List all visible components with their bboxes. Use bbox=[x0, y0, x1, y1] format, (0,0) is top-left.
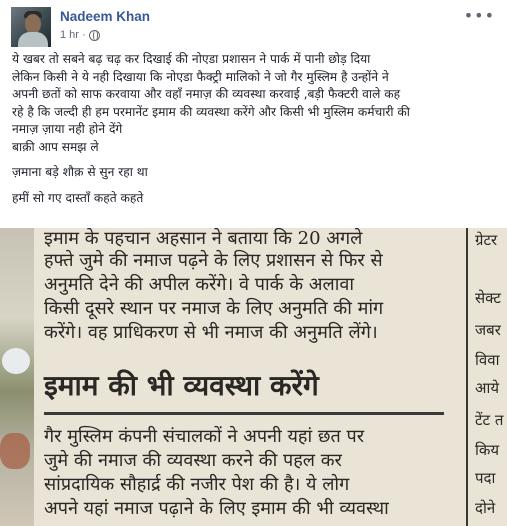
right-column-line: सेक्ट bbox=[475, 289, 501, 307]
column-divider bbox=[466, 228, 468, 526]
globe-icon[interactable] bbox=[88, 29, 100, 41]
post-text: ये खबर तो सबने बढ़ चढ़ कर दिखाई की नोएडा… bbox=[12, 51, 500, 207]
photo-left-strip bbox=[0, 228, 34, 526]
newspaper-line: करेंगे। वह प्राधिकरण से भी नमाज की अनुमत… bbox=[44, 322, 378, 343]
headline-rule bbox=[44, 412, 444, 415]
separator-dot: · bbox=[81, 29, 86, 41]
post-line: लेकिन किसी ने ये नही दिखाया कि नोएडा फैक… bbox=[12, 69, 389, 84]
post-meta: 1 hr · bbox=[60, 29, 100, 41]
newspaper-headline: इमाम की भी व्यवस्था करेंगे bbox=[44, 369, 319, 402]
post-line: बाक़ी आप समझ ले bbox=[12, 139, 99, 154]
newspaper-line: जुमे की नमाज की व्यवस्था करने की पहल कर bbox=[44, 450, 342, 471]
avatar[interactable] bbox=[11, 7, 51, 47]
newspaper-line: अपने यहां नमाज पढ़ाने के लिए इमाम की भी … bbox=[44, 498, 389, 519]
post-header: Nadeem Khan 1 hr · ••• bbox=[0, 0, 507, 47]
author-name[interactable]: Nadeem Khan bbox=[60, 9, 150, 24]
right-column-line: दोने bbox=[475, 499, 496, 517]
right-column-line: किय bbox=[475, 441, 500, 459]
post-line: नमाज़ ज़ाया नही होने देंगे bbox=[12, 122, 123, 136]
newspaper-line: सांप्रदायिक सौहार्द्र की नजीर पेश की है।… bbox=[44, 474, 350, 495]
right-column-line: आये bbox=[475, 379, 500, 397]
newspaper-right-column: ग्रेटर सेक्ट जबर विवा आये टेंट त किय पदा… bbox=[472, 228, 507, 526]
newspaper-line: हफ्ते जुमे की नमाज पढ़ने के लिए प्रशासन … bbox=[44, 250, 383, 271]
right-column-line: पदा bbox=[475, 469, 496, 487]
more-options-icon[interactable]: ••• bbox=[464, 6, 495, 25]
post-line: अपनी छतों को साफ करवाया और वहाँ नमाज़ की… bbox=[12, 87, 401, 101]
newspaper-line: किसी दूसरे स्थान पर नमाज के लिए अनुमति क… bbox=[44, 298, 384, 319]
avatar-face bbox=[25, 14, 41, 34]
newspaper-line: अनुमति देने की अपील करेंगे। वे पार्क के … bbox=[44, 274, 355, 295]
post-line: ज़माना बड़े शौक़ से सुन रहा था bbox=[12, 165, 148, 179]
avatar-shirt bbox=[18, 32, 48, 47]
post-photo[interactable]: इमाम के पहचान अहसान ने बताया कि 20 अगले … bbox=[0, 228, 507, 526]
timestamp[interactable]: 1 hr bbox=[60, 29, 79, 41]
right-column-line: टेंट त bbox=[475, 411, 504, 429]
post-line: रहे है कि जल्दी ही हम परमानेंट इमाम की व… bbox=[12, 104, 410, 119]
post-line: हमीं सो गए दास्ताँ कहते कहते bbox=[12, 190, 144, 205]
right-column-line: विवा bbox=[475, 351, 500, 369]
newspaper-line: इमाम के पहचान अहसान ने बताया कि 20 अगले bbox=[44, 228, 363, 249]
right-column-line: जबर bbox=[475, 321, 501, 339]
post-line: ये खबर तो सबने बढ़ चढ़ कर दिखाई की नोएडा… bbox=[12, 52, 371, 66]
right-column-line: ग्रेटर bbox=[475, 231, 498, 249]
newspaper-line: गैर मुस्लिम कंपनी संचालकों ने अपनी यहां … bbox=[44, 426, 365, 447]
